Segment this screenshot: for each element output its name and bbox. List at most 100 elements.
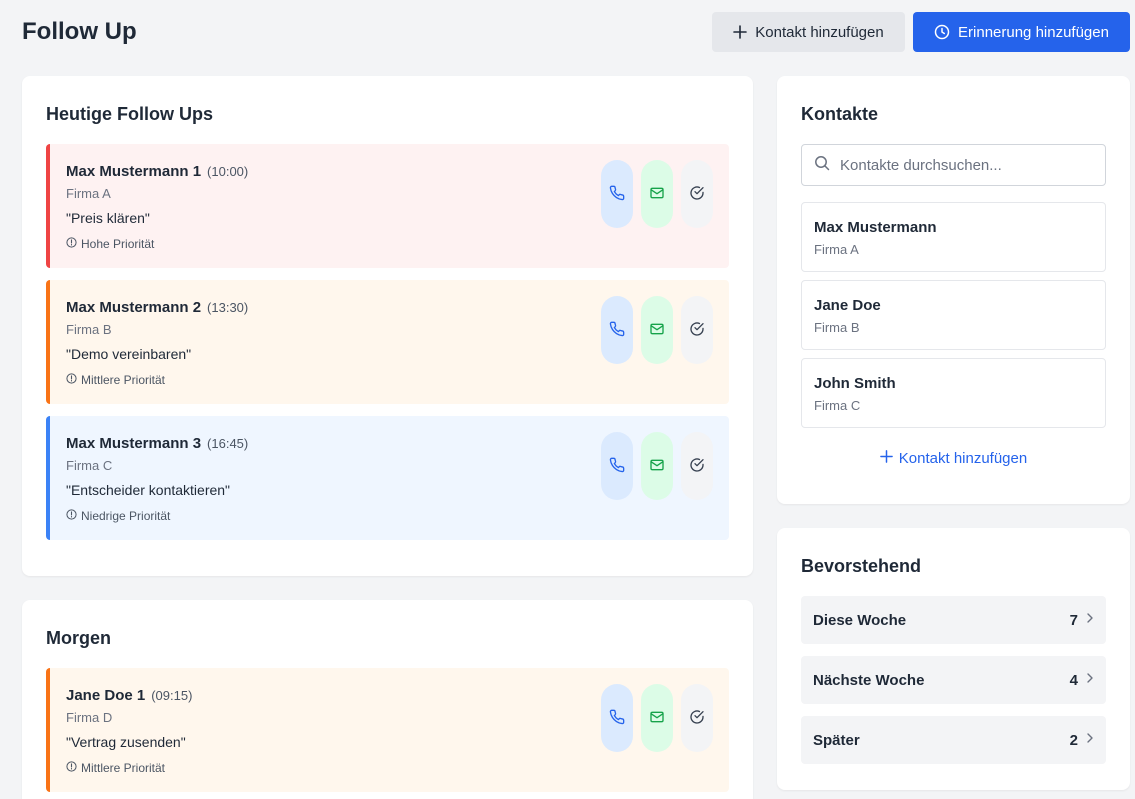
contact-company: Firma C (814, 398, 861, 413)
today-followups-title: Heutige Follow Ups (46, 104, 214, 124)
add-reminder-button-label: Erinnerung hinzufügen (958, 23, 1109, 41)
followup-note: "Preis klären" (66, 210, 150, 226)
email-button[interactable] (641, 160, 673, 228)
check-circle-icon (689, 185, 705, 204)
followup-priority: Mittlere Priorität (66, 373, 165, 387)
contact-item[interactable]: John Smith Firma C (801, 358, 1106, 428)
call-button[interactable] (601, 296, 633, 364)
contacts-title: Kontakte (801, 104, 879, 124)
followup-priority: Mittlere Priorität (66, 761, 165, 775)
followup-time: (09:15) (151, 688, 193, 703)
email-button[interactable] (641, 296, 673, 364)
mark-done-button[interactable] (681, 432, 713, 500)
check-circle-icon (689, 321, 705, 340)
page-title: Follow Up (22, 18, 137, 45)
add-reminder-button[interactable]: Erinnerung hinzufügen (913, 12, 1130, 52)
contacts-card: Kontakte Max Mustermann Firma A Jane Doe… (777, 76, 1130, 504)
upcoming-label: Nächste Woche (813, 671, 925, 689)
followup-contact-name: Jane Doe 1 (09:15) (66, 687, 192, 704)
today-followups-card: Heutige Follow Ups Max Mustermann 1 (10:0… (22, 76, 753, 576)
followup-name-text: Max Mustermann 2 (66, 299, 202, 316)
followup-priority: Hohe Priorität (66, 237, 154, 251)
email-button[interactable] (641, 684, 673, 752)
mark-done-button[interactable] (681, 296, 713, 364)
followup-contact-name: Max Mustermann 3 (16:45) (66, 435, 248, 452)
followup-contact-name: Max Mustermann 1 (10:00) (66, 163, 248, 180)
contact-name: Max Mustermann (814, 219, 937, 236)
contact-search-input[interactable] (840, 156, 1090, 174)
followup-contact-name: Max Mustermann 2 (13:30) (66, 299, 248, 316)
mark-done-button[interactable] (681, 684, 713, 752)
add-contact-link[interactable]: Kontakt hinzufügen (777, 450, 1130, 467)
plus-icon (733, 25, 748, 39)
email-button[interactable] (641, 432, 673, 500)
upcoming-title: Bevorstehend (801, 556, 922, 576)
contact-company: Firma A (814, 242, 859, 257)
followup-name-text: Max Mustermann 1 (66, 163, 202, 180)
upcoming-count: 7 (1069, 611, 1078, 629)
followup-item[interactable]: Max Mustermann 1 (10:00) Firma A "Preis k… (46, 144, 729, 268)
followup-actions (601, 160, 713, 228)
clock-icon (934, 24, 950, 40)
followup-time: (10:00) (207, 164, 249, 179)
call-button[interactable] (601, 160, 633, 228)
mail-icon (649, 709, 665, 728)
mail-icon (649, 185, 665, 204)
follow-up-app: Follow Up Kontakt hinzufügen Erinnerung … (0, 0, 1135, 799)
followup-note: "Entscheider kontaktieren" (66, 482, 231, 498)
contact-name: Jane Doe (814, 297, 881, 314)
followup-time: (16:45) (207, 436, 249, 451)
add-contact-button[interactable]: Kontakt hinzufügen (712, 12, 905, 52)
followup-priority: Niedrige Priorität (66, 509, 170, 523)
phone-icon (609, 185, 625, 204)
phone-icon (609, 709, 625, 728)
tomorrow-followups-title: Morgen (46, 628, 111, 648)
followup-name-text: Max Mustermann 3 (66, 435, 202, 452)
followup-actions (601, 684, 713, 752)
call-button[interactable] (601, 684, 633, 752)
followup-priority-label: Mittlere Priorität (81, 373, 166, 387)
followup-company: Firma C (66, 458, 113, 473)
upcoming-label: Diese Woche (813, 611, 907, 629)
mail-icon (649, 321, 665, 340)
followup-priority-label: Hohe Priorität (81, 237, 155, 251)
chevron-right-icon (1086, 731, 1094, 749)
followup-actions (601, 296, 713, 364)
upcoming-item-this-week[interactable]: Diese Woche 7 (801, 596, 1106, 644)
add-contact-link-label: Kontakt hinzufügen (898, 450, 1028, 467)
info-icon (66, 761, 77, 775)
followup-company: Firma D (66, 710, 113, 725)
mail-icon (649, 457, 665, 476)
upcoming-item-later[interactable]: Später 2 (801, 716, 1106, 764)
add-contact-button-label: Kontakt hinzufügen (755, 23, 884, 41)
followup-note: "Vertrag zusenden" (66, 734, 186, 750)
followup-time: (13:30) (207, 300, 249, 315)
check-circle-icon (689, 709, 705, 728)
followup-item[interactable]: Jane Doe 1 (09:15) Firma D "Vertrag zusen… (46, 668, 729, 792)
contact-item[interactable]: Jane Doe Firma B (801, 280, 1106, 350)
contact-search-box (801, 144, 1106, 186)
followup-company: Firma A (66, 186, 111, 201)
upcoming-card: Bevorstehend Diese Woche 7 Nächste Woche… (777, 528, 1130, 790)
followup-name-text: Jane Doe 1 (66, 687, 146, 704)
search-icon (814, 155, 830, 176)
followup-company: Firma B (66, 322, 112, 337)
info-icon (66, 237, 77, 251)
followup-actions (601, 432, 713, 500)
upcoming-item-next-week[interactable]: Nächste Woche 4 (801, 656, 1106, 704)
followup-note: "Demo vereinbaren" (66, 346, 192, 362)
contact-name: John Smith (814, 375, 896, 392)
chevron-right-icon (1086, 671, 1094, 689)
phone-icon (609, 321, 625, 340)
followup-priority-label: Niedrige Priorität (81, 509, 171, 523)
check-circle-icon (689, 457, 705, 476)
followup-item[interactable]: Max Mustermann 3 (16:45) Firma C "Entsche… (46, 416, 729, 540)
plus-icon (879, 450, 893, 467)
contact-item[interactable]: Max Mustermann Firma A (801, 202, 1106, 272)
upcoming-label: Später (813, 731, 860, 749)
mark-done-button[interactable] (681, 160, 713, 228)
upcoming-count: 2 (1069, 731, 1078, 749)
chevron-right-icon (1086, 611, 1094, 629)
call-button[interactable] (601, 432, 633, 500)
followup-item[interactable]: Max Mustermann 2 (13:30) Firma B "Demo ve… (46, 280, 729, 404)
